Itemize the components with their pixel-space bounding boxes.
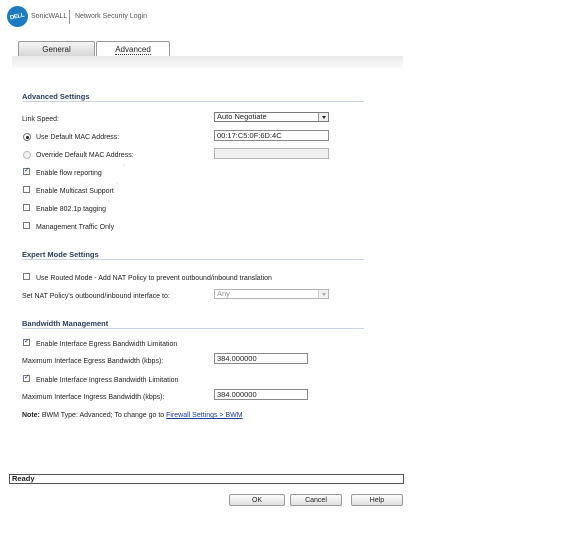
ingress-max-label: Maximum Interface Ingress Bandwidth (kbp… (22, 394, 165, 401)
dot1p-checkbox[interactable] (23, 204, 30, 211)
link-speed-value: Auto Negotiate (217, 112, 267, 121)
flow-reporting-checkbox[interactable] (23, 166, 30, 175)
note-prefix: Note: (22, 412, 40, 419)
bandwidth-rule (22, 328, 364, 329)
override-mac-radio[interactable] (23, 151, 31, 159)
dot1p-label: Enable 802.1p tagging (36, 206, 107, 213)
tab-general[interactable]: General (18, 41, 95, 56)
multicast-checkbox[interactable] (23, 186, 30, 193)
header-divider (69, 10, 70, 24)
link-speed-select[interactable]: Auto Negotiate (214, 112, 329, 122)
chevron-down-icon (318, 113, 328, 121)
cancel-button[interactable]: Cancel (290, 494, 342, 506)
superscript-tick: ˈ (116, 183, 118, 189)
superscript-tick: ˈ (108, 201, 110, 207)
superscript-tick: ˈ (123, 165, 125, 171)
ingress-limit-checkbox[interactable] (23, 373, 30, 382)
flow-reporting-label: Enable flow reporting (36, 170, 102, 177)
dell-logo: DELL (7, 6, 28, 27)
use-default-mac-radio[interactable] (23, 133, 31, 141)
help-button[interactable]: Help (351, 494, 403, 506)
management-only-label: Management Traffic Only (36, 224, 115, 231)
status-bar: Ready (9, 474, 404, 484)
tab-advanced[interactable]: Advanced (96, 41, 170, 57)
brand-name: SonicWALL (31, 13, 68, 20)
firewall-bwm-link[interactable]: Firewall Settings > BWM (166, 412, 242, 419)
nat-interface-label: Set NAT Policy's outbound/inbound interf… (22, 293, 170, 300)
routed-mode-checkbox[interactable] (23, 273, 30, 280)
use-default-mac-label: Use Default MAC Address: (36, 134, 120, 141)
bwm-note: Note: BWM Type: Advanced; To change go t… (22, 412, 243, 419)
ingress-bandwidth-input[interactable]: 384.000000 (214, 389, 308, 400)
egress-limit-checkbox[interactable] (23, 337, 30, 346)
logo-text: DELL (9, 12, 26, 21)
tab-panel-header (12, 56, 403, 68)
nat-interface-select[interactable]: Any (214, 289, 329, 299)
expert-mode-rule (22, 259, 364, 260)
expert-mode-title: Expert Mode Settings (22, 250, 99, 259)
routed-mode-label: Use Routed Mode - Add NAT Policy to prev… (36, 275, 272, 282)
multicast-label: Enable Multicast Support (36, 188, 114, 195)
ok-button[interactable]: OK (229, 494, 285, 506)
override-mac-label: Override Default MAC Address: (36, 152, 134, 159)
chevron-down-icon (318, 290, 328, 298)
egress-bandwidth-input[interactable]: 384.000000 (214, 353, 308, 364)
management-only-checkbox[interactable] (23, 222, 30, 229)
nat-interface-value: Any (217, 289, 230, 298)
egress-max-label: Maximum Interface Egress Bandwidth (kbps… (22, 358, 164, 365)
tab-general-label: General (42, 44, 71, 54)
override-mac-field[interactable] (214, 148, 329, 159)
default-mac-field: 00:17:C5:0F:6D:4C (214, 130, 329, 141)
ingress-limit-label: Enable Interface Ingress Bandwidth Limit… (36, 377, 179, 384)
note-text: BWM Type: Advanced; To change go to (41, 412, 165, 419)
link-speed-label: Link Speed: (22, 116, 59, 123)
page-title: Network Security Login (75, 13, 147, 20)
bandwidth-title: Bandwidth Management (22, 319, 109, 328)
advanced-settings-rule (22, 101, 364, 102)
tab-advanced-label: Advanced (115, 44, 151, 55)
egress-limit-label: Enable Interface Egress Bandwidth Limita… (36, 341, 178, 348)
advanced-settings-title: Advanced Settings (22, 92, 90, 101)
